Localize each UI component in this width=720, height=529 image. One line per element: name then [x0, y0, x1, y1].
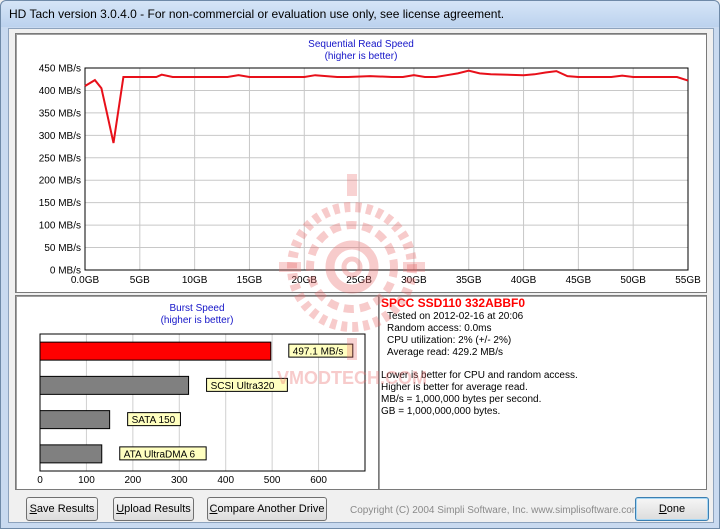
compare-another-drive-label: Compare Another Drive — [209, 503, 325, 515]
drive-name: SPCC SSD110 332ABBF0 — [381, 296, 526, 310]
random-access: Random access: 0.0ms — [387, 323, 492, 334]
note-mbs-definition: MB/s = 1,000,000 bytes per second. — [381, 394, 542, 405]
burst-bar — [39, 341, 272, 361]
note-higher-better: Higher is better for average read. — [381, 382, 528, 393]
seq-x-tick-label: 5GB — [130, 275, 150, 286]
burst-bar — [39, 410, 111, 430]
seq-y-tick-label: 350 MB/s — [39, 108, 81, 119]
seq-y-tick-label: 50 MB/s — [44, 243, 81, 254]
burst-bar-label: ATA UltraDMA 6 — [124, 449, 196, 460]
seq-plot-area — [84, 67, 689, 271]
burst-bar — [39, 375, 190, 395]
seq-y-tick-label: 100 MB/s — [39, 221, 81, 232]
burst-bar — [39, 444, 103, 464]
seq-y-tick-label: 250 MB/s — [39, 153, 81, 164]
seq-x-tick-label: 30GB — [401, 275, 427, 286]
done-label: Done — [658, 503, 686, 515]
tested-on: Tested on 2012-02-16 at 20:06 — [387, 311, 524, 322]
client-area: Sequential Read Speed (higher is better)… — [8, 28, 714, 523]
done-button[interactable]: Done — [635, 497, 709, 521]
compare-another-drive-button[interactable]: Compare Another Drive — [207, 497, 327, 521]
burst-x-tick-label: 200 — [125, 475, 142, 486]
seq-x-tick-label: 10GB — [182, 275, 208, 286]
seq-x-tick-label: 55GB — [675, 275, 701, 286]
burst-x-tick-label: 400 — [217, 475, 234, 486]
sequential-read-panel: Sequential Read Speed (higher is better)… — [15, 33, 707, 293]
seq-x-tick-label: 0.0GB — [71, 275, 100, 286]
copyright-text: Copyright (C) 2004 Simpli Software, Inc.… — [350, 505, 641, 516]
burst-bar-label: SCSI Ultra320 — [211, 381, 275, 392]
seq-x-tick-label: 15GB — [237, 275, 263, 286]
seq-y-tick-label: 450 MB/s — [39, 64, 81, 75]
title-bar[interactable]: HD Tach version 3.0.4.0 - For non-commer… — [1, 1, 719, 27]
burst-x-tick-label: 0 — [37, 475, 43, 486]
save-results-button[interactable]: Save Results — [26, 497, 98, 521]
upload-results-label: Upload Results — [116, 503, 191, 515]
burst-x-tick-label: 500 — [264, 475, 281, 486]
burst-speed-chart: 0 100 200 300 400 500 600 497.1 MB/s SCSI Ultra3… — [37, 333, 366, 486]
seq-x-tick-label: 50GB — [620, 275, 646, 286]
sequential-read-chart: 0 MB/s50 MB/s100 MB/s150 MB/s200 MB/s250… — [39, 64, 701, 287]
seq-x-tick-label: 25GB — [346, 275, 372, 286]
burst-bar-label: SATA 150 — [132, 415, 176, 426]
seq-x-tick-label: 35GB — [456, 275, 482, 286]
results-panel: SPCC SSD110 332ABBF0 Tested on 2012-02-1… — [378, 295, 707, 490]
window-title: HD Tach version 3.0.4.0 - For non-commer… — [9, 7, 505, 21]
seq-y-tick-label: 400 MB/s — [39, 86, 81, 97]
seq-y-tick-label: 150 MB/s — [39, 198, 81, 209]
seq-x-tick-label: 45GB — [566, 275, 592, 286]
save-results-label: Save Results — [29, 503, 95, 515]
burst-speed-panel: Burst Speed (higher is better) 0 100 200 30… — [15, 295, 379, 490]
note-gb-definition: GB = 1,000,000,000 bytes. — [381, 406, 501, 417]
seq-x-tick-label: 40GB — [511, 275, 537, 286]
seq-y-tick-label: 200 MB/s — [39, 176, 81, 187]
burst-x-tick-label: 100 — [78, 475, 95, 486]
upload-results-button[interactable]: Upload Results — [113, 497, 194, 521]
app-window: HD Tach version 3.0.4.0 - For non-commer… — [0, 0, 720, 529]
average-read: Average read: 429.2 MB/s — [387, 347, 503, 358]
cpu-utilization: CPU utilization: 2% (+/- 2%) — [387, 335, 512, 346]
seq-x-tick-label: 20GB — [291, 275, 317, 286]
burst-x-tick-label: 600 — [310, 475, 327, 486]
seq-y-tick-label: 300 MB/s — [39, 131, 81, 142]
note-lower-better: Lower is better for CPU and random acces… — [381, 370, 578, 381]
burst-bar-label: 497.1 MB/s — [293, 347, 344, 358]
burst-x-tick-label: 300 — [171, 475, 188, 486]
